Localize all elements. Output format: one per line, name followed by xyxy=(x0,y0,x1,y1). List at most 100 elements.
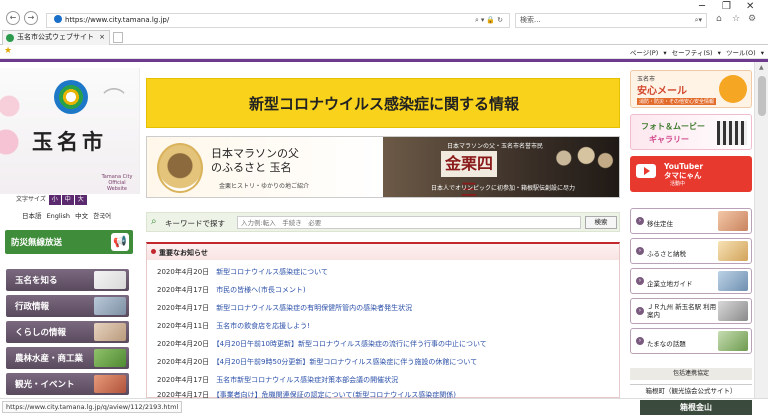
news-link[interactable]: 玉名市新型コロナウイルス感染症対策本部会議の開催状況 xyxy=(216,376,398,384)
news-date: 2020年4月11日 xyxy=(157,322,210,330)
family-photo-icon xyxy=(94,323,126,341)
covid-info-banner[interactable]: 新型コロナウイルス感染症に関する情報 xyxy=(146,78,620,128)
lang-chinese[interactable]: 中文 xyxy=(75,212,88,220)
forward-icon[interactable]: → xyxy=(24,11,38,25)
farm-photo-icon xyxy=(94,349,126,367)
search-icon[interactable]: ⌕▾ xyxy=(695,14,702,27)
coop-hakone-link[interactable]: 箱根町（観光協会公式サイト） xyxy=(630,384,752,398)
youtuber-line1: YouTuber xyxy=(664,162,704,171)
address-bar[interactable]: https://www.city.tamana.lg.jp/ ⌕▾🔒↻ xyxy=(46,13,510,28)
festival-photo-icon xyxy=(94,375,126,393)
menu-know-tamana[interactable]: 玉名を知る xyxy=(6,269,129,291)
link-furusato-nozei[interactable]: › ふるさと納税 xyxy=(630,238,752,264)
logo-area[interactable]: ⌒ 玉名市 Tamana City Official Website xyxy=(0,68,140,194)
sakura-decoration xyxy=(0,88,30,178)
close-window-icon[interactable]: ✕ xyxy=(746,1,754,12)
bousai-broadcast-button[interactable]: 防災無線放送 📢 xyxy=(5,230,133,254)
anshin-sub: 消防・防災・その他安心安全情報 xyxy=(637,98,717,105)
heron-icon: ⌒ xyxy=(102,88,125,113)
font-size-small-button[interactable]: 小 xyxy=(48,195,61,205)
browser-search-placeholder: 検索... xyxy=(520,16,541,24)
link-iju-teiju[interactable]: › 移住定住 xyxy=(630,208,752,234)
menu-tourism[interactable]: 観光・イベント xyxy=(6,373,129,395)
keyword-input[interactable] xyxy=(237,216,581,229)
new-tab-button[interactable] xyxy=(113,32,123,43)
covid-banner-text: 新型コロナウイルス感染症に関する情報 xyxy=(248,95,519,113)
maximize-icon[interactable]: ❐ xyxy=(722,1,731,12)
news-item: 2020年4月11日 玉名市の飲食店を応援しよう! xyxy=(157,321,310,331)
favorites-bar-icon[interactable]: ★ xyxy=(4,46,12,56)
browser-search-input[interactable]: 検索... ⌕▾ xyxy=(515,13,707,28)
news-link[interactable]: 【4月20日午前10時更新】新型コロナウイルス感染症の流行に伴う行事の中止につい… xyxy=(216,340,487,348)
arrow-right-icon: › xyxy=(636,307,644,315)
page-content: ⌒ 玉名市 Tamana City Official Website 文字サイズ… xyxy=(0,62,768,399)
film-icon xyxy=(717,121,747,145)
link-kigyo-ricchi[interactable]: › 企業立地ガイド xyxy=(630,268,752,294)
scrollbar-thumb[interactable] xyxy=(758,76,766,116)
settings-gear-icon[interactable]: ⚙ xyxy=(748,14,756,24)
building-photo-icon xyxy=(94,297,126,315)
minimize-icon[interactable]: ─ xyxy=(699,1,705,12)
back-icon[interactable]: ← xyxy=(6,11,20,25)
kanakuri-heading-line1: 日本マラソンの父 xyxy=(211,147,299,160)
lang-korean[interactable]: 한국어 xyxy=(93,212,111,220)
tab-close-icon[interactable]: × xyxy=(99,31,105,44)
link-label: たまなの話題 xyxy=(647,340,686,348)
favorites-star-icon[interactable]: ☆ xyxy=(732,14,740,24)
station-photo-icon xyxy=(718,301,748,321)
youtuber-title: YouTuber タマにゃん xyxy=(664,162,703,180)
arrow-right-icon: › xyxy=(636,217,644,225)
youtuber-banner[interactable]: YouTuber タマにゃん 活動中 xyxy=(630,156,752,192)
command-items[interactable]: ページ(P) ▾ セーフティ(S) ▾ ツール(O) ▾ xyxy=(630,47,764,57)
news-title: 重要なお知らせ xyxy=(159,249,208,257)
news-link[interactable]: 玉名市の飲食店を応援しよう! xyxy=(216,322,310,330)
news-item: 2020年4月17日 市民の皆様へ(市長コメント) xyxy=(157,285,306,295)
news-link[interactable]: 【4月20日午前9時50分更新】新型コロナウイルス感染症に伴う施設の休館について xyxy=(216,358,477,366)
link-label: 移住定住 xyxy=(647,220,673,228)
link-shintamana-station[interactable]: › ＪＲ九州 新玉名駅 利用案内 xyxy=(630,298,752,324)
kanakuri-sub: 金栗ヒストリ・ゆかりの地ご紹介 xyxy=(219,183,310,190)
home-icon[interactable]: ⌂ xyxy=(716,14,722,24)
youtuber-sub: 活動中 xyxy=(670,181,686,187)
link-tamana-topics[interactable]: › たまなの話題 xyxy=(630,328,752,354)
anshin-mail-banner[interactable]: 玉名市 安心メール 消防・防災・その他安心安全情報 xyxy=(630,70,752,108)
font-size-medium-button[interactable]: 中 xyxy=(61,195,74,205)
news-item: 2020年4月20日 新型コロナウイルス感染症について xyxy=(157,267,328,277)
lang-japanese[interactable]: 日本語 xyxy=(22,212,42,220)
menu-industry[interactable]: 農林水産・商工業 xyxy=(6,347,129,369)
news-date: 2020年4月20日 xyxy=(157,268,210,276)
coop-label: 包括連携協定 xyxy=(630,368,752,380)
news-item: 2020年4月20日 【4月20日午前9時50分更新】新型コロナウイルス感染症に… xyxy=(157,357,477,367)
kanakuri-banner[interactable]: 日本マラソンの父 のふるさと 玉名 金栗ヒストリ・ゆかりの地ご紹介 日本マラソン… xyxy=(146,136,620,198)
kanakuri-left: 日本マラソンの父 のふるさと 玉名 金栗ヒストリ・ゆかりの地ご紹介 xyxy=(147,137,383,197)
kanakuri-right-top: 日本マラソンの父・玉名市名誉市民 xyxy=(447,143,544,150)
menu-label: 観光・イベント xyxy=(15,380,75,390)
photo-gallery-banner[interactable]: フォト＆ムービー ギャラリー xyxy=(630,114,752,150)
font-size-label: 文字サイズ xyxy=(16,196,46,203)
news-date: 2020年4月20日 xyxy=(157,340,210,348)
kanakuri-right: 日本マラソンの父・玉名市名誉市民 金栗四三 日本人でオリンピックに初参加・箱根駅… xyxy=(383,137,619,197)
news-link[interactable]: 市民の皆様へ(市長コメント) xyxy=(216,286,305,294)
keyword-search-button[interactable]: 検索 xyxy=(585,216,617,229)
news-link[interactable]: 新型コロナウイルス感染症の有明保健所管内の感染者発生状況 xyxy=(216,304,412,312)
vertical-scrollbar[interactable]: ▲ xyxy=(754,62,768,398)
scroll-up-icon[interactable]: ▲ xyxy=(759,64,764,71)
factory-photo-icon xyxy=(718,271,748,291)
menu-label: 農林水産・商工業 xyxy=(15,354,84,364)
font-size-large-button[interactable]: 大 xyxy=(74,195,87,205)
tab-tamana[interactable]: 玉名市公式ウェブサイト × xyxy=(2,30,110,45)
link-label: ＪＲ九州 新玉名駅 利用案内 xyxy=(647,303,717,319)
news-link[interactable]: 新型コロナウイルス感染症について xyxy=(216,268,328,276)
gift-photo-icon xyxy=(718,241,748,261)
important-news-box: 重要なお知らせ 2020年4月20日 新型コロナウイルス感染症について 2020… xyxy=(146,242,620,399)
address-tools-icons[interactable]: ⌕▾🔒↻ xyxy=(475,14,505,27)
news-item: 2020年4月17日 玉名市新型コロナウイルス感染症対策本部会議の開催状況 xyxy=(157,375,398,385)
lang-english[interactable]: English xyxy=(47,212,70,220)
megaphone-icon: 📢 xyxy=(111,233,129,251)
menu-living[interactable]: くらしの情報 xyxy=(6,321,129,343)
menu-administration[interactable]: 行政情報 xyxy=(6,295,129,317)
hakone-banner[interactable]: 箱根金山 xyxy=(640,400,752,415)
news-date: 2020年4月17日 xyxy=(157,286,210,294)
language-links: 日本語 English 中文 한국어 xyxy=(22,210,111,220)
news-item: 2020年4月17日 新型コロナウイルス感染症の有明保健所管内の感染者発生状況 xyxy=(157,303,412,313)
